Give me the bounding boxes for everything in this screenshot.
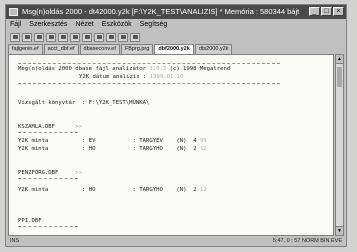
close-button[interactable]: × bbox=[333, 7, 344, 16]
section-file-penzforg: PENZFORG.DBF >> bbox=[18, 170, 83, 176]
menu-help[interactable]: Segítség bbox=[140, 19, 168, 30]
title-bar[interactable]: Msg(n)oldás 2000 - dt42000.y2k [F:\Y2K_T… bbox=[6, 5, 346, 19]
divider bbox=[18, 63, 280, 64]
divider bbox=[18, 83, 280, 84]
menu-file[interactable]: Fájl bbox=[10, 19, 21, 30]
toolbar bbox=[6, 31, 346, 43]
new-file-icon[interactable] bbox=[10, 32, 20, 42]
report-header-line: Meg(n)oldás 2000 dbase fájl analizátor 1… bbox=[18, 66, 231, 72]
scroll-up-icon[interactable]: ▲ bbox=[336, 55, 343, 64]
menu-tools[interactable]: Eszközök bbox=[102, 19, 132, 30]
tab-fajlgenin[interactable]: fajlgenin.ef bbox=[8, 44, 43, 54]
print-icon[interactable] bbox=[46, 32, 56, 42]
tab-dbf2000[interactable]: dbf2000.y2k bbox=[154, 44, 194, 54]
section-file-ppi: PPI.DBF bbox=[18, 218, 42, 224]
document-tabs: fajlgenin.ef acct_dbf.ef dbaseconv.ef FB… bbox=[8, 44, 344, 54]
divider bbox=[18, 178, 78, 179]
vertical-scrollbar[interactable]: ▲ ▼ bbox=[335, 54, 344, 236]
status-mode: INS bbox=[10, 238, 20, 244]
divider bbox=[18, 226, 78, 227]
tab-acct-dbf[interactable]: acct_dbf.ef bbox=[43, 44, 79, 54]
section-file-kszamla: KSZAMLA.DBF >> bbox=[18, 124, 83, 130]
cut-icon[interactable] bbox=[58, 32, 68, 42]
status-bar: INS 5:47, 0 : 57 NORM BIN EVE bbox=[6, 236, 346, 246]
app-window: Msg(n)oldás 2000 - dt42000.y2k [F:\Y2K_T… bbox=[5, 4, 347, 247]
save-icon[interactable] bbox=[34, 32, 44, 42]
tab-dts2000[interactable]: dts2000.y2k bbox=[194, 44, 233, 54]
paste-icon[interactable] bbox=[82, 32, 92, 42]
find-icon[interactable] bbox=[94, 32, 104, 42]
copy-icon[interactable] bbox=[70, 32, 80, 42]
tab-fbprg[interactable]: FBprg.prg bbox=[120, 44, 154, 54]
open-folder-icon[interactable] bbox=[22, 32, 32, 42]
report-text-area[interactable]: Meg(n)oldás 2000 dbase fájl analizátor 1… bbox=[8, 54, 334, 236]
scroll-thumb[interactable] bbox=[337, 67, 342, 87]
maximize-button[interactable]: □ bbox=[321, 7, 332, 16]
tab-dbaseconv[interactable]: dbaseconv.ef bbox=[79, 44, 120, 54]
menu-bar: Fájl Szerkesztés Nézet Eszközök Segítség bbox=[6, 19, 346, 30]
scroll-down-icon[interactable]: ▼ bbox=[336, 226, 343, 235]
minimize-button[interactable]: _ bbox=[309, 7, 320, 16]
status-position: 5:47, 0 : 57 NORM BIN EVE bbox=[272, 238, 342, 244]
menu-view[interactable]: Nézet bbox=[75, 19, 93, 30]
report-date-line: Y2K dátum analízis : 1999.01.10 bbox=[79, 74, 184, 80]
settings-icon[interactable] bbox=[118, 32, 128, 42]
help-icon[interactable] bbox=[130, 32, 140, 42]
run-icon[interactable] bbox=[106, 32, 116, 42]
table-row: Y2K minta : EV : TARGYEV (N) 4 99 bbox=[18, 138, 207, 144]
table-row: Y2K minta : HO : TARGYHO (N) 2 12 bbox=[18, 187, 207, 193]
table-row: Y2K minta : HO : TARGYHO (N) 2 12 bbox=[18, 146, 207, 152]
app-icon bbox=[9, 8, 18, 16]
menu-edit[interactable]: Szerkesztés bbox=[29, 19, 67, 30]
directory-line: Vizsgált könyvtár : F:\Y2K_TEST\MUNKA\ bbox=[18, 100, 150, 106]
window-title: Msg(n)oldás 2000 - dt42000.y2k [F:\Y2K_T… bbox=[22, 7, 300, 16]
divider bbox=[18, 132, 78, 133]
